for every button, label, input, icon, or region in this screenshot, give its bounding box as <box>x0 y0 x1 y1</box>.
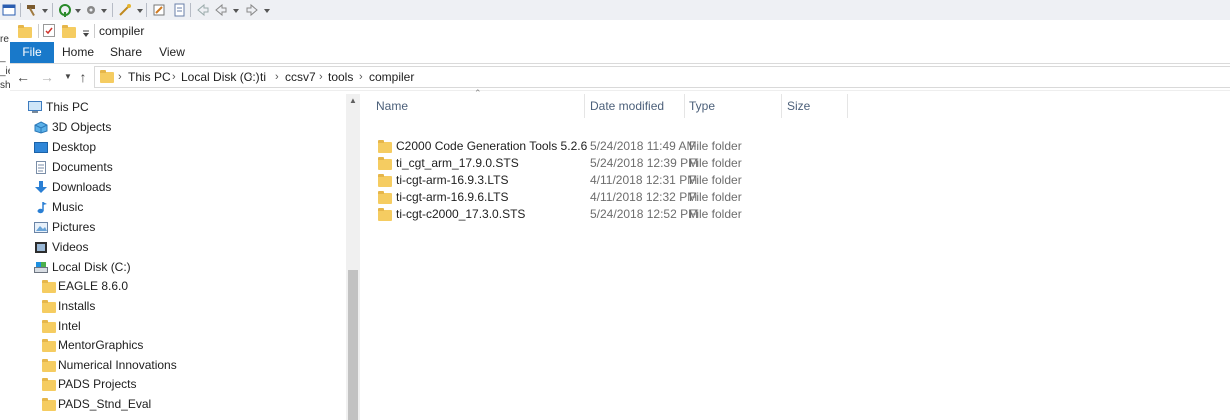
file-name: C2000 Code Generation Tools 5.2.6 <box>396 139 588 153</box>
folder-icon <box>42 398 56 411</box>
file-name: ti-cgt-arm-16.9.3.LTS <box>396 173 509 187</box>
breadcrumb-local-disk[interactable]: Local Disk (C:) <box>181 69 260 85</box>
column-header-type[interactable]: Type <box>689 94 715 118</box>
nav-pane-scrollbar[interactable]: ▲ <box>346 94 360 420</box>
scroll-up-arrow-icon[interactable]: ▲ <box>346 94 360 108</box>
settings-gear-icon[interactable] <box>84 3 98 17</box>
window-icon[interactable] <box>2 3 16 17</box>
chevron-right-icon[interactable]: › <box>275 69 279 85</box>
music-icon <box>34 201 48 214</box>
chevron-right-icon[interactable]: › <box>118 69 122 85</box>
debug-icon[interactable] <box>58 3 72 17</box>
tab-share[interactable]: Share <box>106 42 146 63</box>
folder-icon <box>42 280 56 293</box>
file-name: ti_cgt_arm_17.9.0.STS <box>396 156 519 170</box>
folder-icon <box>100 70 114 83</box>
file-type: File folder <box>689 173 742 187</box>
back-arrow-icon[interactable] <box>214 3 228 17</box>
downloads-icon <box>34 181 48 194</box>
build-dropdown-icon[interactable] <box>42 9 48 13</box>
folder-icon <box>42 359 56 372</box>
file-explorer-window: compiler File Home Share View ← → ▼ ↑ › … <box>10 20 1230 420</box>
properties-icon[interactable] <box>43 24 55 37</box>
date-modified: 4/11/2018 12:31 PM <box>590 173 698 187</box>
3d-objects-icon <box>34 121 48 134</box>
file-type: File folder <box>689 190 742 204</box>
chevron-right-icon[interactable]: › <box>319 69 323 85</box>
eclipse-toolbar <box>0 0 1230 21</box>
address-bar[interactable]: › This PC › Local Disk (C:) › ti › ccsv7… <box>94 66 1230 88</box>
back-dropdown-icon[interactable] <box>233 9 239 13</box>
folder-icon <box>42 320 56 333</box>
wand-icon[interactable] <box>118 3 132 17</box>
scrollbar-thumb[interactable] <box>348 270 358 420</box>
date-modified: 5/24/2018 12:39 PM <box>590 156 699 170</box>
videos-icon <box>34 241 48 254</box>
date-modified: 5/24/2018 12:52 PM <box>590 207 699 221</box>
folder-icon <box>378 191 392 204</box>
breadcrumb-ti[interactable]: ti <box>260 69 266 85</box>
table-row[interactable]: C2000 Code Generation Tools 5.2.6 5/24/2… <box>370 138 1230 155</box>
ribbon-tabs: File Home Share View <box>10 42 1230 64</box>
folder-icon <box>378 208 392 221</box>
wand-dropdown-icon[interactable] <box>137 9 143 13</box>
chevron-right-icon[interactable]: › <box>359 69 363 85</box>
file-list: ⌃ Name Date modified Type Size C2000 Cod… <box>370 88 1230 420</box>
folder-icon <box>378 140 392 153</box>
tab-file[interactable]: File <box>10 42 54 63</box>
chevron-right-icon[interactable]: › <box>172 69 176 85</box>
folder-icon <box>378 157 392 170</box>
hammer-build-icon[interactable] <box>25 3 39 17</box>
table-row[interactable]: ti-cgt-c2000_17.3.0.STS 5/24/2018 12:52 … <box>370 206 1230 223</box>
breadcrumb-ccsv7[interactable]: ccsv7 <box>285 69 316 85</box>
forward-arrow-icon[interactable]: → <box>38 68 56 86</box>
settings-dropdown-icon[interactable] <box>101 9 107 13</box>
desktop-icon <box>34 141 48 154</box>
chevron-right-icon[interactable]: › <box>249 69 253 85</box>
breadcrumb-compiler[interactable]: compiler <box>369 69 414 85</box>
date-modified: 4/11/2018 12:32 PM <box>590 190 698 204</box>
date-modified: 5/24/2018 11:49 AM <box>590 139 697 153</box>
window-title: compiler <box>99 24 145 38</box>
table-row[interactable]: ti-cgt-arm-16.9.6.LTS 4/11/2018 12:32 PM… <box>370 189 1230 206</box>
breadcrumb-tools[interactable]: tools <box>328 69 353 85</box>
folder-icon <box>42 378 56 391</box>
new-folder-icon[interactable] <box>62 25 76 38</box>
debug-dropdown-icon[interactable] <box>75 9 81 13</box>
edit-icon[interactable] <box>152 3 166 17</box>
folder-icon <box>42 300 56 313</box>
navigation-bar: ← → ▼ ↑ › This PC › Local Disk (C:) › ti… <box>10 64 1230 91</box>
title-bar: compiler <box>10 20 1230 42</box>
pictures-icon <box>34 221 48 234</box>
folder-icon <box>378 174 392 187</box>
file-name: ti-cgt-arm-16.9.6.LTS <box>396 190 509 204</box>
tab-home[interactable]: Home <box>58 42 98 63</box>
file-type: File folder <box>689 139 742 153</box>
computer-icon <box>28 101 42 114</box>
folder-icon <box>42 339 56 352</box>
previous-edit-icon[interactable] <box>196 3 210 17</box>
customize-toolbar-chevron-icon[interactable] <box>82 27 90 37</box>
forward-dropdown-icon[interactable] <box>264 9 270 13</box>
file-name: ti-cgt-c2000_17.3.0.STS <box>396 207 526 221</box>
forward-arrow-icon[interactable] <box>245 3 259 17</box>
document-icon[interactable] <box>172 3 186 17</box>
table-row[interactable]: ti-cgt-arm-16.9.3.LTS 4/11/2018 12:31 PM… <box>370 172 1230 189</box>
folder-icon <box>18 25 32 38</box>
column-header-name[interactable]: Name <box>376 94 408 118</box>
column-header-date-modified[interactable]: Date modified <box>590 94 664 118</box>
column-header-size[interactable]: Size <box>787 94 810 118</box>
drive-icon <box>34 261 48 274</box>
file-type: File folder <box>689 156 742 170</box>
file-type: File folder <box>689 207 742 221</box>
navigation-pane: This PC 3D Objects Desktop Documents Dow… <box>10 94 358 420</box>
table-row[interactable]: ti_cgt_arm_17.9.0.STS 5/24/2018 12:39 PM… <box>370 155 1230 172</box>
back-arrow-icon[interactable]: ← <box>14 68 32 86</box>
sort-ascending-icon: ⌃ <box>474 88 482 98</box>
up-arrow-icon[interactable]: ↑ <box>74 68 92 86</box>
breadcrumb-this-pc[interactable]: This PC <box>128 69 171 85</box>
documents-icon <box>34 161 48 174</box>
tab-view[interactable]: View <box>152 42 192 63</box>
